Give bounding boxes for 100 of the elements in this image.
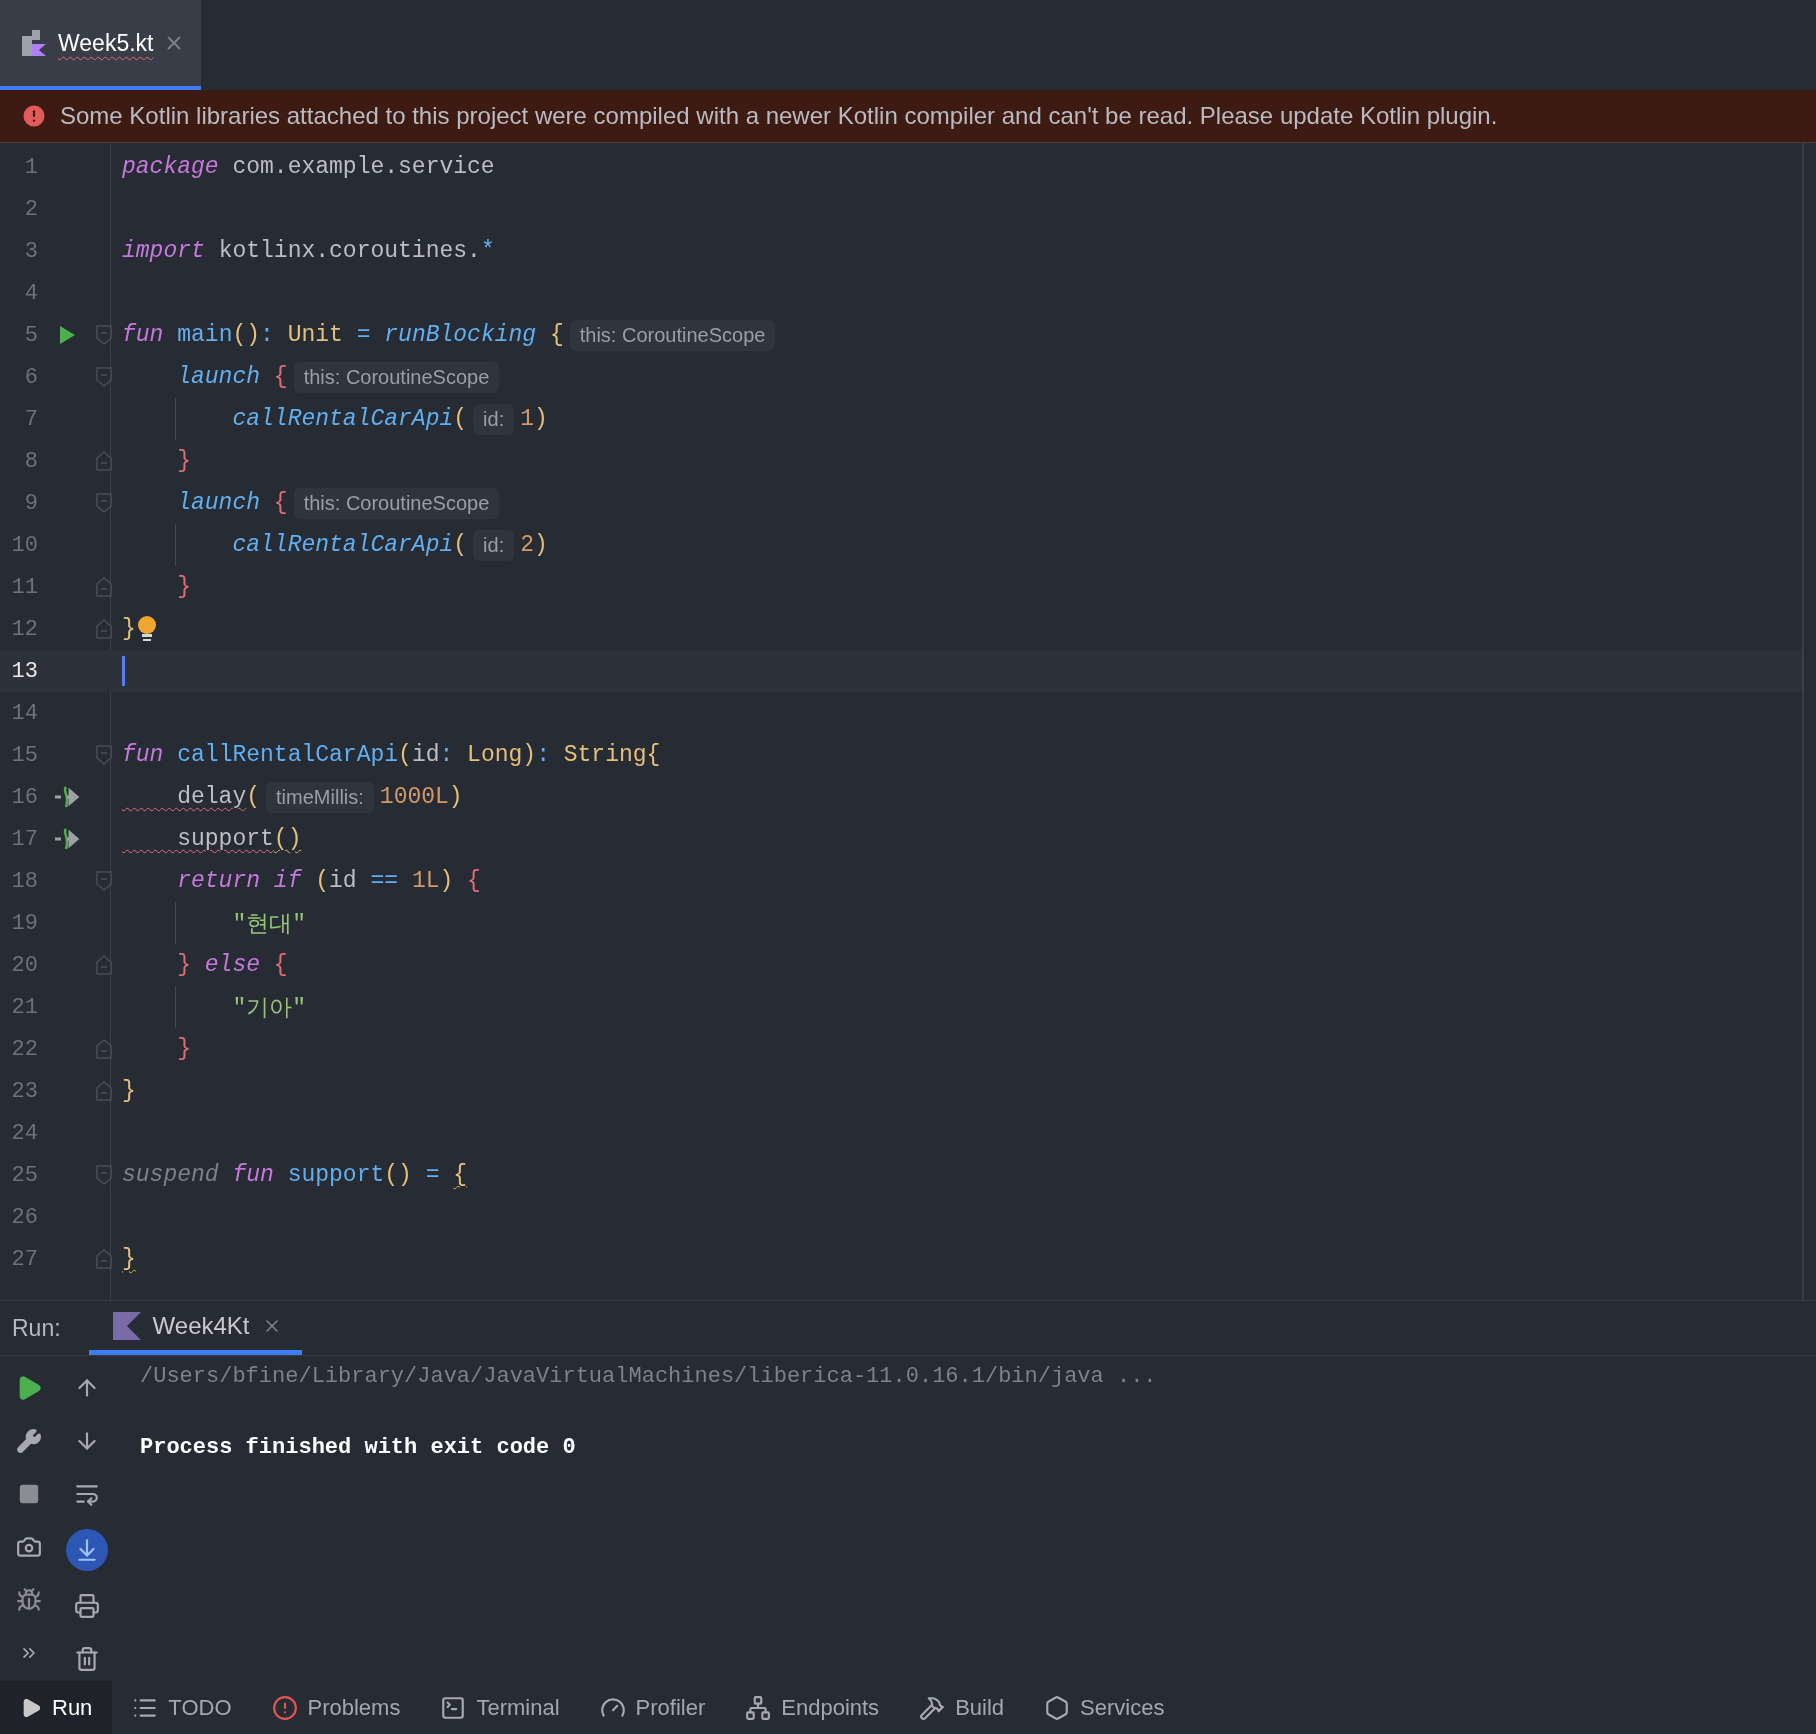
kotlin-logo-icon [112,1311,141,1340]
inlay-hint: id: [473,403,515,435]
line-number: 14 [10,700,38,726]
tool-window-button[interactable]: Problems [251,1681,421,1734]
camera-icon [16,1534,42,1560]
line-number: 20 [10,952,38,978]
code-text: 1) [520,406,548,432]
line-number: 9 [23,490,38,516]
banner-message: Some Kotlin libraries attached to this project were compiled with a newer Kotlin compiler and can't be read. Please update Kotlin plugin. [60,102,1498,130]
fold-marker-icon[interactable] [96,367,112,387]
fold-marker-icon[interactable] [96,1165,112,1185]
inlay-hint: this: CoroutineScope [293,361,500,393]
tool-window-button[interactable]: Run [0,1681,113,1734]
line-number: 15 [10,742,38,768]
fold-marker-icon[interactable] [96,1039,112,1059]
kotlin-file-icon [20,28,48,58]
code-text: } [122,616,136,642]
fold-marker-icon[interactable] [96,745,112,765]
inlay-hint: this: CoroutineScope [293,487,500,519]
code-text: } [122,1246,136,1272]
suspend-call-icon [54,785,80,809]
code-text: return if (id == 1L) { [176,868,481,894]
line-number: 27 [10,1246,38,1272]
code-text: fun callRentalCarApi(id: Long): String{ [122,742,661,768]
code-text: "기아" [231,994,307,1023]
code-text: 1000L) [379,784,463,810]
line-number: 8 [23,448,38,474]
network-icon [745,1694,772,1721]
fold-marker-icon[interactable] [96,577,112,597]
code-text: fun main(): Unit = runBlocking { [122,322,564,348]
line-number: 1 [23,154,38,180]
inlay-hint: timeMillis: [266,781,374,813]
code-text: "현대" [231,910,307,939]
fold-marker-icon[interactable] [96,451,112,471]
code-text: callRentalCarApi( [231,532,468,558]
bug-icon [16,1587,42,1613]
code-text: launch { [176,364,288,390]
fold-marker-icon[interactable] [96,955,112,975]
text-caret [122,656,125,686]
line-number: 7 [23,406,38,432]
line-number: 25 [10,1162,38,1188]
editor-tab[interactable]: Week5.kt [0,0,202,90]
error-icon [271,1694,298,1721]
code-text: support() [176,826,302,852]
code-text: import kotlinx.coroutines.* [122,238,495,264]
line-number: 24 [10,1120,38,1146]
panel-title: Run: [11,1314,62,1342]
tool-window-button[interactable]: TODO [112,1681,252,1734]
line-number: 4 [23,280,38,306]
terminal-icon [440,1694,467,1721]
tool-window-button[interactable]: Build [899,1681,1025,1734]
error-icon [20,102,48,130]
code-text: delay( [176,784,261,810]
suspend-call-icon [54,827,80,851]
line-number: 21 [10,994,38,1020]
tool-window-button[interactable]: Terminal [420,1681,580,1734]
command-line-text: /Users/bfine/Library/Java/JavaVirtualMachines/liberica-11.0.16.1/bin/java ... [140,1364,1157,1389]
console-output: Process finished with exit code 0 [140,1435,577,1460]
code-text: suspend fun support() = { [122,1162,468,1188]
hammer-icon [919,1694,946,1721]
tool-window-button[interactable]: Profiler [579,1681,726,1734]
code-text: } [176,1036,191,1062]
code-text: launch { [176,490,288,516]
tool-window-button[interactable]: Services [1024,1681,1185,1734]
code-text: package com.example.service [122,154,495,180]
hexagon-icon [1044,1694,1071,1721]
inlay-hint: id: [473,529,515,561]
wrench-icon [16,1428,42,1454]
line-number: 19 [10,910,38,936]
line-number: 23 [10,1078,38,1104]
fold-marker-icon[interactable] [96,325,112,345]
code-text: } else { [176,952,288,978]
trash-icon [74,1646,100,1672]
run-tab[interactable]: Week4Kt [88,1301,302,1355]
line-number: 2 [23,196,38,222]
line-number: 26 [10,1204,38,1230]
fold-marker-icon[interactable] [96,1249,112,1269]
line-number: 18 [10,868,38,894]
fold-marker-icon[interactable] [96,493,112,513]
fold-marker-icon[interactable] [96,1081,112,1101]
line-number: 16 [10,784,38,810]
line-number: 6 [23,364,38,390]
run-icon[interactable] [58,325,76,345]
stop-icon [18,1483,40,1505]
code-text: } [122,1078,136,1104]
line-number: 11 [10,574,38,600]
code-text: } [176,574,191,600]
line-number: 22 [10,1036,38,1062]
line-number: 5 [23,322,38,348]
code-text: } [176,448,191,474]
inlay-hint: this: CoroutineScope [569,319,776,351]
line-number: 17 [10,826,38,852]
fold-marker-icon[interactable] [96,871,112,891]
tool-window-button[interactable]: Endpoints [725,1681,900,1734]
line-number: 12 [10,616,38,642]
fold-marker-icon[interactable] [96,619,112,639]
line-number: 10 [10,532,38,558]
lightbulb-icon[interactable] [135,615,158,643]
code-text: callRentalCarApi( [231,406,468,432]
print-icon [74,1593,100,1619]
